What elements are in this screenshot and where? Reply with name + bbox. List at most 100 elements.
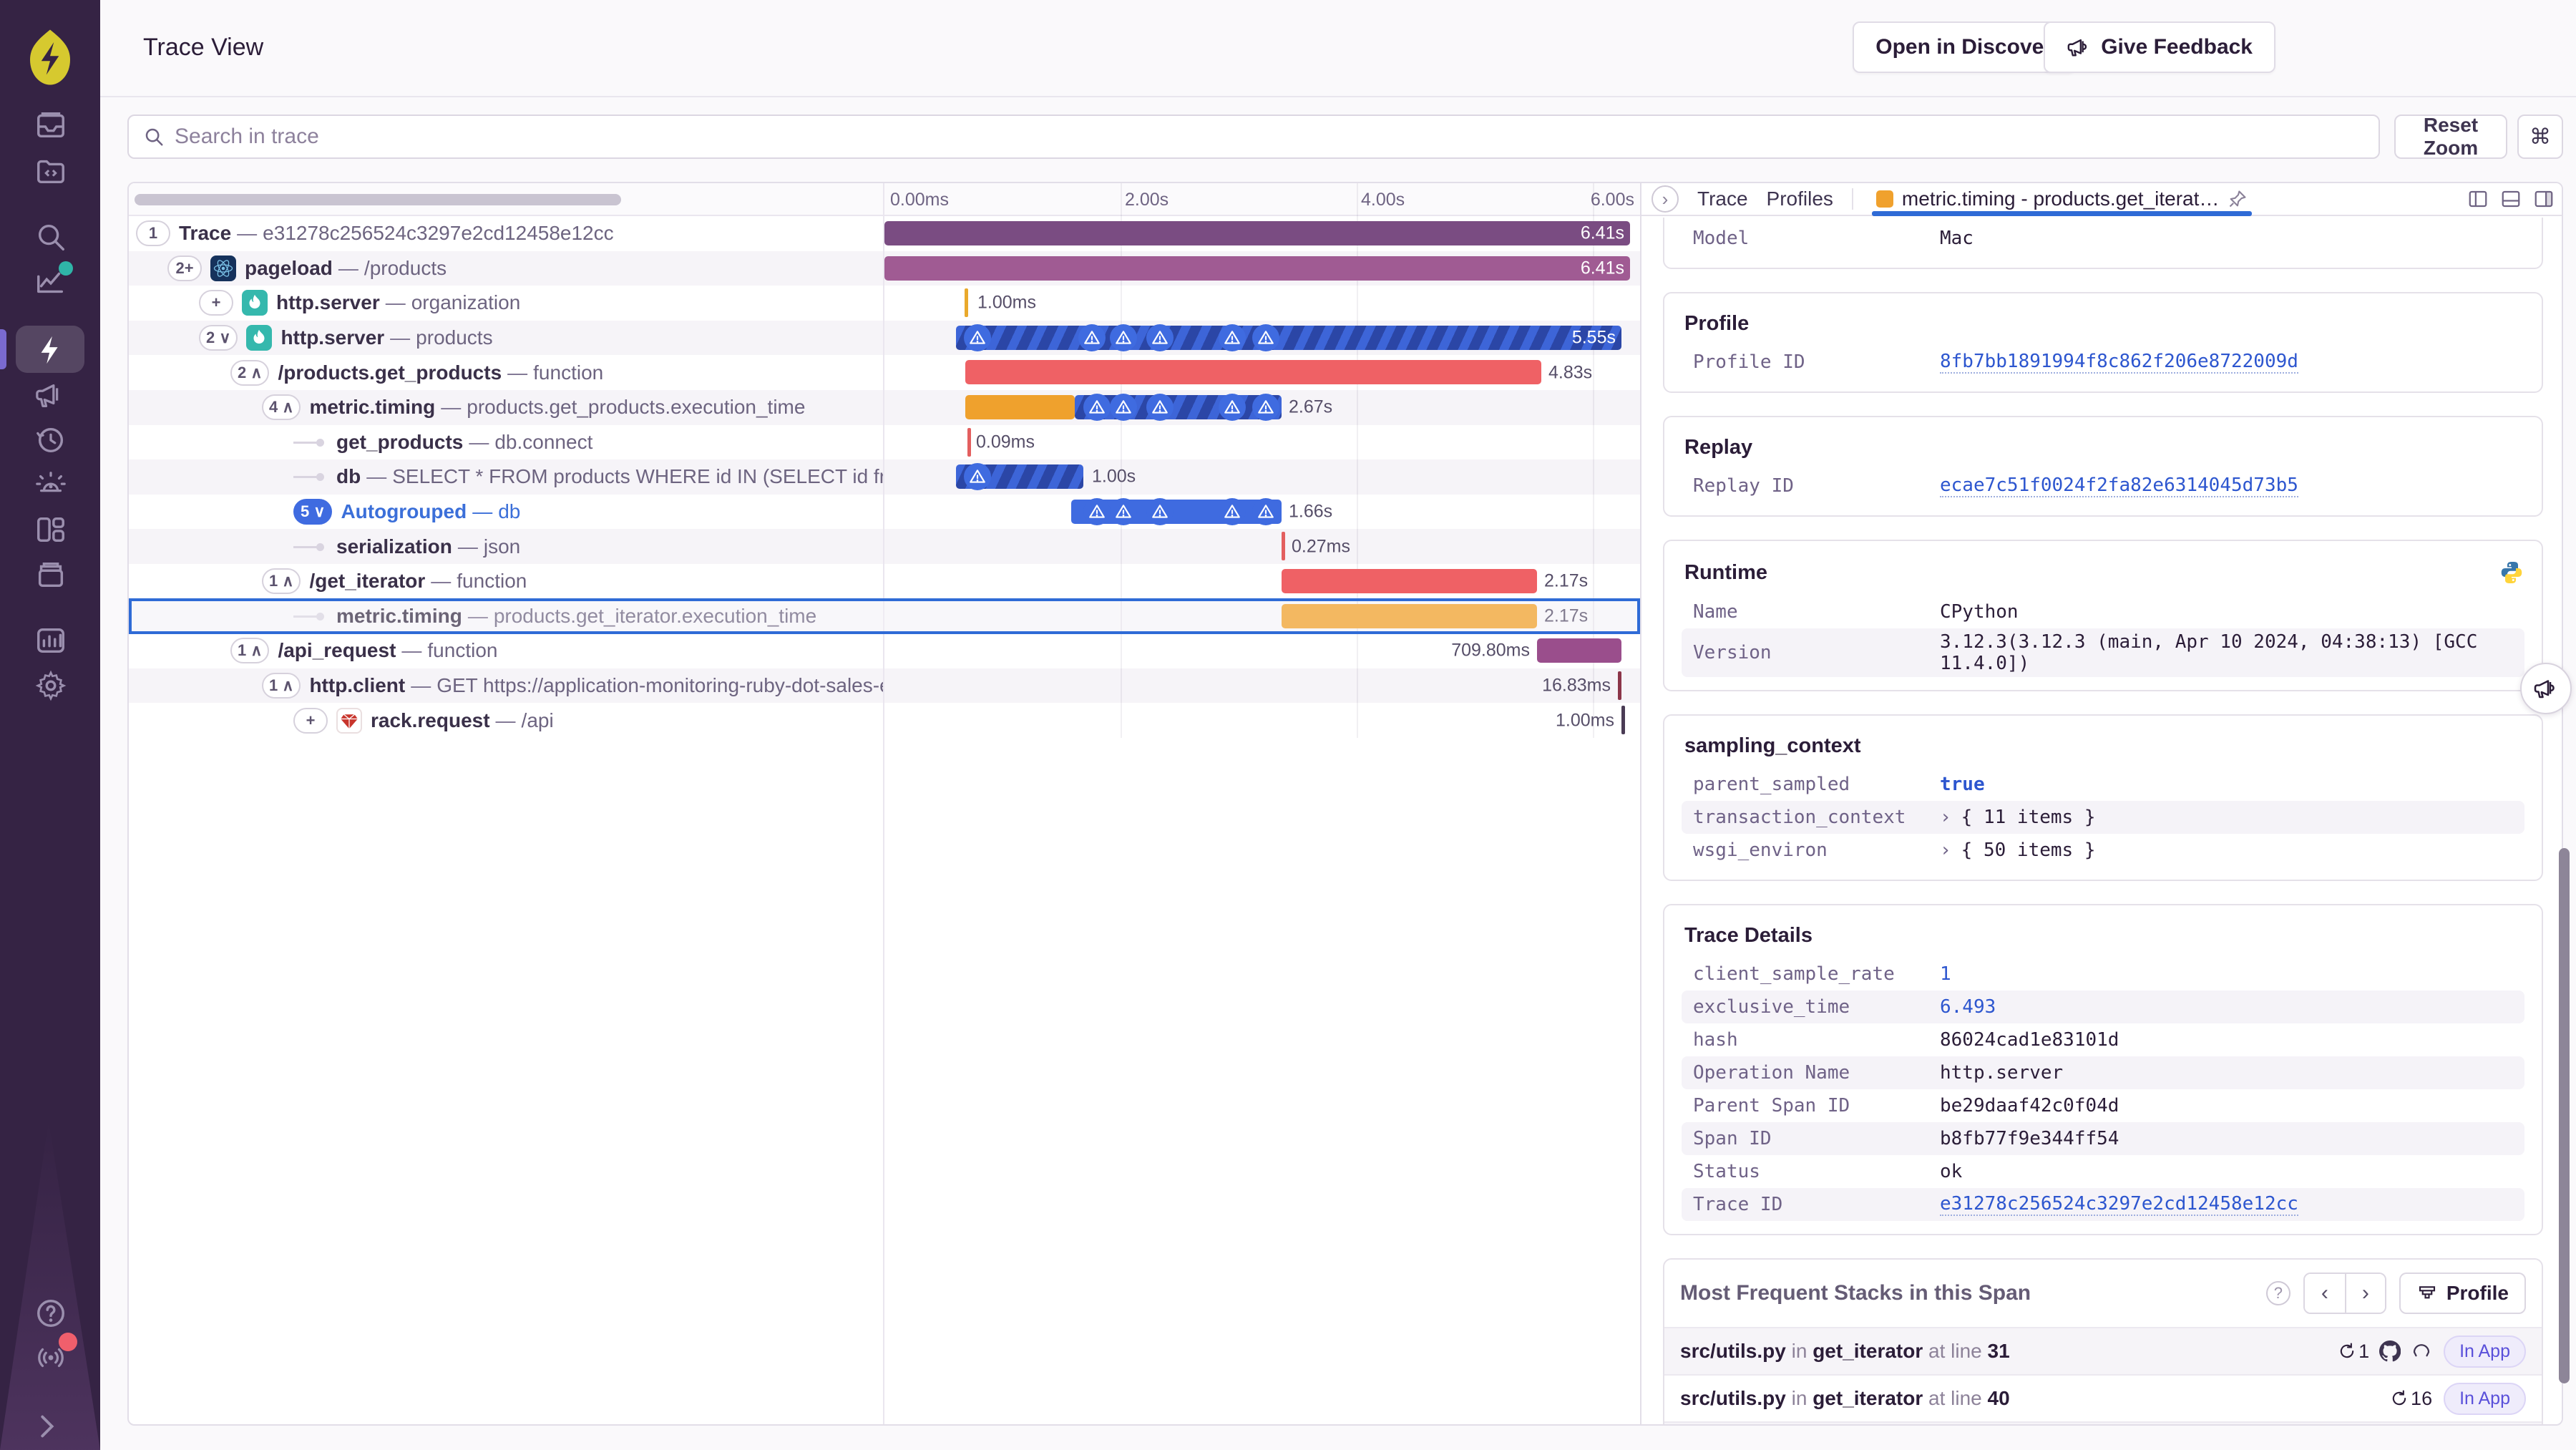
span-row[interactable]: 2.67s (884, 389, 1640, 425)
warning-icon[interactable] (1110, 497, 1137, 525)
value-link[interactable]: ecae7c51f0024f2fa82e6314045d73b5 (1940, 475, 2298, 497)
tree-row[interactable]: 5 ∨ Autogrouped — db (129, 495, 883, 530)
span-bar[interactable] (965, 394, 1075, 419)
tree-row[interactable]: serialization — json (129, 529, 883, 564)
span-row[interactable]: 5.55s (884, 320, 1640, 356)
warning-icon[interactable] (1146, 323, 1174, 351)
span-row[interactable]: 6.41s (884, 216, 1640, 251)
help-icon[interactable] (34, 1297, 67, 1330)
tree-row[interactable]: + rack.request —/api (129, 703, 883, 738)
tree-row[interactable]: get_products — db.connect (129, 425, 883, 460)
span-count-badge[interactable]: 1 ∧ (262, 673, 301, 699)
stats-icon[interactable] (34, 624, 67, 657)
span-bar[interactable] (965, 360, 1541, 385)
tab-trace[interactable]: Trace (1697, 188, 1748, 210)
span-tick[interactable] (1282, 532, 1285, 561)
tree-row[interactable]: 1 ∧ http.client — GET https://application-m… (129, 668, 883, 704)
span-count-badge[interactable]: 5 ∨ (293, 499, 333, 525)
tab-profiles[interactable]: Profiles (1767, 188, 1833, 210)
pin-icon[interactable] (2228, 189, 2248, 209)
github-icon[interactable] (2379, 1340, 2401, 1362)
open-in-discover-button[interactable]: Open in Discover (1853, 21, 2075, 73)
span-bar[interactable] (956, 325, 1621, 350)
tree-row[interactable]: 1 ∧ /get_iterator — function (129, 564, 883, 599)
sentry-logo[interactable] (20, 27, 80, 87)
span-count-badge[interactable]: + (199, 290, 233, 316)
replays-icon[interactable] (34, 424, 67, 457)
give-feedback-button[interactable]: Give Feedback (2044, 21, 2275, 73)
span-bar[interactable] (884, 256, 1630, 281)
warning-icon[interactable] (1219, 323, 1246, 351)
warning-icon[interactable] (1219, 393, 1246, 421)
vertical-scrollbar[interactable] (2559, 848, 2570, 1383)
tree-row[interactable]: 2+ pageload — /products (129, 250, 883, 286)
warning-icon[interactable] (1083, 497, 1111, 525)
span-tick[interactable] (965, 288, 968, 318)
tree-row[interactable]: db — SELECT * FROM products WHERE id IN (S… (129, 459, 883, 495)
span-row[interactable]: 16.83ms (884, 668, 1640, 704)
stack-frame-row[interactable]: src/utils.py in get_iterator at line 31 1… (1664, 1327, 2542, 1374)
layout-bottom-icon[interactable] (2500, 188, 2522, 210)
prev-stack-button[interactable]: ‹ (2304, 1274, 2345, 1313)
span-row[interactable]: 1.66s (884, 495, 1640, 530)
span-row[interactable]: 4.83s (884, 355, 1640, 390)
warning-icon[interactable] (1083, 393, 1111, 421)
tab-active-span[interactable]: metric.timing - products.get_iterat… (1871, 183, 2253, 216)
issues-icon[interactable] (34, 109, 67, 142)
span-row[interactable]: 1.00s (884, 459, 1640, 495)
span-count-badge[interactable]: 1 (136, 220, 170, 247)
span-row[interactable]: 0.09ms (884, 425, 1640, 460)
warning-icon[interactable] (964, 323, 991, 351)
projects-icon[interactable] (34, 155, 67, 188)
expand-chevron-icon[interactable]: › (1940, 807, 1951, 828)
stack-frame-row[interactable]: src/utils.py in get_iterator at line 40 1… (1664, 1374, 2542, 1421)
broadcast-icon[interactable] (34, 1333, 77, 1374)
horizontal-scrollbar[interactable] (135, 194, 621, 205)
span-row[interactable]: 6.41s (884, 250, 1640, 286)
tree-row[interactable]: 4 ∧ metric.timing — products.get_products.e… (129, 389, 883, 425)
stack-frame-row[interactable]: src/main.py in products at line 158In Ap… (1664, 1421, 2542, 1424)
tree-row[interactable]: + http.server — organization (129, 286, 883, 321)
span-count-badge[interactable]: 4 ∧ (262, 394, 301, 421)
span-row[interactable]: 2.17s (884, 564, 1640, 599)
warning-icon[interactable] (1252, 323, 1279, 351)
span-count-badge[interactable]: 1 ∧ (262, 568, 301, 595)
span-row[interactable]: 2.17s (884, 598, 1640, 634)
releases-icon[interactable] (34, 558, 67, 591)
floating-feedback-button[interactable] (2520, 663, 2572, 714)
insights-icon[interactable] (34, 261, 73, 298)
expand-icon[interactable] (30, 1410, 63, 1443)
span-count-badge[interactable]: 2 ∧ (230, 359, 270, 386)
warning-icon[interactable] (1110, 393, 1137, 421)
seer-icon[interactable] (2411, 1340, 2432, 1362)
warning-icon[interactable] (1219, 497, 1246, 525)
span-row[interactable]: 1.00ms (884, 286, 1640, 321)
warning-icon[interactable] (1146, 497, 1174, 525)
value-link[interactable]: e31278c256524c3297e2cd12458e12cc (1940, 1193, 2298, 1216)
alerts-icon[interactable] (34, 469, 67, 502)
span-row[interactable]: 0.27ms (884, 529, 1640, 564)
profile-button[interactable]: Profile (2399, 1273, 2526, 1314)
span-tick[interactable] (1618, 671, 1621, 700)
span-count-badge[interactable]: 2 ∨ (199, 325, 238, 351)
command-palette-button[interactable]: ⌘ (2517, 115, 2563, 159)
collapse-panel-button[interactable]: › (1652, 185, 1679, 213)
warning-icon[interactable] (1252, 497, 1279, 525)
detail-scroll-area[interactable]: Model Mac Profile Profile ID 8fb7bb1891994f8… (1641, 218, 2562, 1424)
settings-icon[interactable] (34, 669, 67, 702)
span-row[interactable]: 1.00ms (884, 703, 1640, 738)
span-bar[interactable] (884, 221, 1630, 245)
tree-row[interactable]: 1 ∧ /api_request — function (129, 633, 883, 668)
span-count-badge[interactable]: 2+ (167, 255, 202, 281)
help-icon[interactable]: ? (2265, 1281, 2290, 1305)
span-bar[interactable] (1282, 603, 1537, 628)
span-tick[interactable] (967, 427, 971, 457)
warning-icon[interactable] (1252, 393, 1279, 421)
search-input[interactable] (175, 125, 2364, 149)
reset-zoom-button[interactable]: Reset Zoom (2394, 114, 2507, 159)
search-icon[interactable] (34, 220, 67, 253)
dashboards-icon[interactable] (34, 513, 67, 546)
performance-icon[interactable] (34, 334, 67, 366)
span-tick[interactable] (1621, 706, 1625, 735)
expand-chevron-icon[interactable]: › (1940, 840, 1951, 861)
